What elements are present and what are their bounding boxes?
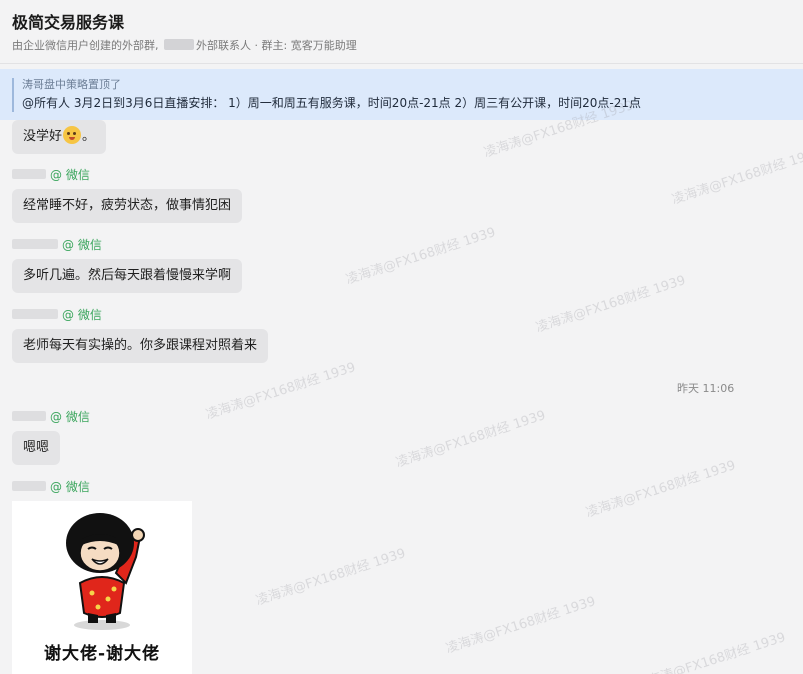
message-item: 嗯嗯	[12, 431, 61, 465]
watermark-text: 凌海涛@FX168财经 1939	[584, 458, 738, 521]
watermark-text: 凌海涛@FX168财经 1939	[670, 145, 803, 208]
subtitle-prefix: 由企业微信用户创建的外部群,	[12, 39, 162, 52]
message-item: 老师每天有实操的。你多跟课程对照着来	[12, 329, 269, 363]
watermark-text: 凌海涛@FX168财经 1939	[634, 630, 788, 674]
watermark-text: 凌海涛@FX168财经 1939	[344, 225, 498, 288]
sender-name[interactable]: @ 微信	[12, 480, 90, 494]
sender-name[interactable]: @ 微信	[12, 410, 90, 424]
group-subtitle: 由企业微信用户创建的外部群, 外部联系人 · 群主: 宽客万能助理	[12, 39, 791, 53]
pinned-by: 涛哥盘中策略置顶了	[22, 78, 121, 91]
message-bubble[interactable]: 嗯嗯	[12, 431, 61, 465]
sender-source: @ 微信	[50, 410, 90, 424]
sender-name[interactable]: @ 微信	[12, 308, 102, 322]
message-text: 没学好	[23, 129, 63, 144]
sender-source: @ 微信	[50, 480, 90, 494]
chat-window: 极简交易服务课 由企业微信用户创建的外部群, 外部联系人 · 群主: 宽客万能助…	[0, 0, 803, 674]
watermark-text: 凌海涛@FX168财经 1939	[444, 594, 598, 657]
watermark-text: 凌海涛@FX168财经 1939	[534, 273, 688, 336]
message-text-suffix: 。	[82, 129, 96, 144]
pinned-text: @所有人 3月2日到3月6日直播安排： 1）周一和周五有服务课，时间20点-21…	[22, 96, 641, 110]
pinned-message: 涛哥盘中策略置顶了 @所有人 3月2日到3月6日直播安排： 1）周一和周五有服务…	[12, 78, 791, 112]
redacted-sender-name	[12, 309, 58, 319]
redacted-sender-name	[12, 169, 46, 179]
sender-name[interactable]: @ 微信	[12, 168, 90, 182]
redacted-sender-name	[12, 411, 46, 421]
sender-name[interactable]: @ 微信	[12, 238, 102, 252]
flushed-face-emoji-icon	[63, 126, 82, 144]
sticker-caption: 谢大佬-谢大佬	[43, 644, 161, 664]
redacted-text	[164, 39, 194, 50]
message-item: 多听几遍。然后每天跟着慢慢来学啊	[12, 259, 243, 293]
chat-header: 极简交易服务课 由企业微信用户创建的外部群, 外部联系人 · 群主: 宽客万能助…	[0, 0, 803, 64]
watermark-text: 凌海涛@FX168财经 1939	[254, 546, 408, 609]
redacted-sender-name	[12, 481, 46, 491]
group-title[interactable]: 极简交易服务课	[12, 12, 791, 34]
message-bubble[interactable]: 多听几遍。然后每天跟着慢慢来学啊	[12, 259, 243, 293]
message-bubble[interactable]: 经常睡不好，疲劳状态，做事情犯困	[12, 189, 243, 223]
message-item: 没学好 。	[12, 120, 107, 154]
sender-source: @ 微信	[50, 168, 90, 182]
message-timestamp: 昨天 11:06	[677, 382, 735, 395]
watermark-text: 凌海涛@FX168财经 1939	[394, 408, 548, 471]
sticker-image[interactable]: 谢大佬-谢大佬	[12, 501, 192, 674]
message-item: 经常睡不好，疲劳状态，做事情犯困	[12, 189, 243, 223]
sender-source: @ 微信	[62, 308, 102, 322]
subtitle-suffix[interactable]: 外部联系人 · 群主: 宽客万能助理	[196, 39, 357, 52]
message-bubble[interactable]: 没学好 。	[12, 120, 107, 154]
sender-source: @ 微信	[62, 238, 102, 252]
redacted-sender-name	[12, 239, 58, 249]
pinned-message-banner[interactable]: 涛哥盘中策略置顶了 @所有人 3月2日到3月6日直播安排： 1）周一和周五有服务…	[0, 69, 803, 120]
watermark-text: 凌海涛@FX168财经 1939	[204, 360, 358, 423]
message-bubble[interactable]: 老师每天有实操的。你多跟课程对照着来	[12, 329, 269, 363]
